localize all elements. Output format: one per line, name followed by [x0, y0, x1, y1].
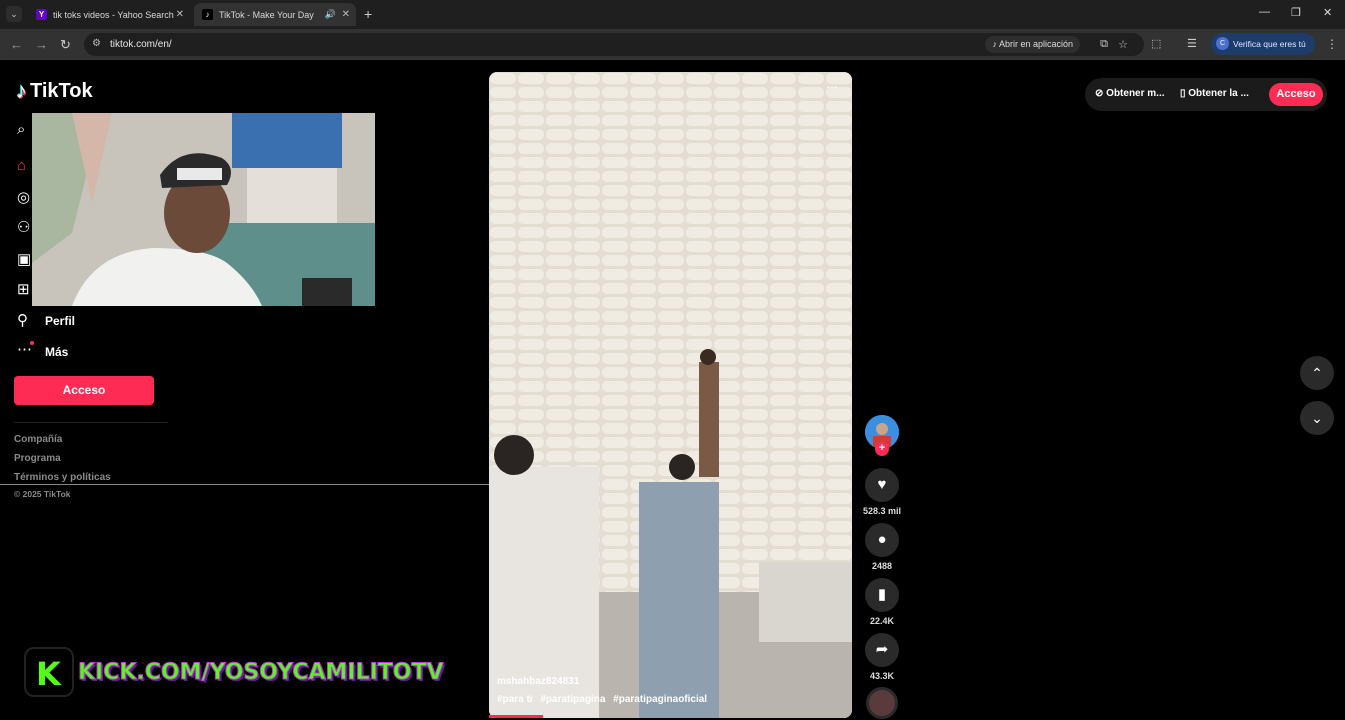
search-icon[interactable]: ⌕ — [17, 121, 25, 138]
home-icon[interactable]: ⌂ — [17, 157, 26, 174]
previous-video-button[interactable]: ⌃ — [1300, 356, 1334, 390]
webcam-image — [32, 113, 375, 306]
footer-link-terms[interactable]: Términos y políticas — [14, 472, 111, 483]
sidebar-item-more[interactable]: Más — [45, 345, 68, 359]
comment-button[interactable]: ● — [865, 523, 899, 557]
get-app-button[interactable]: ▯ Obtener la ... — [1180, 88, 1249, 99]
speaker-icon[interactable]: 🔊 — [325, 9, 336, 20]
close-tab-icon[interactable]: ✕ — [342, 9, 350, 20]
sidebar-divider — [14, 422, 168, 423]
like-count: 528.3 mil — [862, 506, 902, 516]
tiktok-logo[interactable]: ♪ TikTok — [16, 78, 93, 104]
save-count: 22.4K — [869, 616, 895, 626]
tiktok-favicon: ♪ — [202, 9, 213, 20]
copyright: © 2025 TikTok — [14, 489, 71, 499]
live-icon[interactable]: ▣ — [17, 250, 31, 268]
browser-tab-bar: ⌄ Y tik toks videos - Yahoo Search ✕ ♪ T… — [0, 0, 1345, 29]
footer-link-company[interactable]: Compañía — [14, 434, 62, 445]
chevron-up-icon: ⌃ — [1311, 365, 1323, 381]
chevron-down-icon: ⌄ — [1311, 410, 1323, 426]
extensions-icon[interactable]: ⬚ — [1151, 37, 1161, 50]
hashtag-link[interactable]: #para ti — [497, 694, 533, 705]
get-coins-button[interactable]: ⊘ Obtener m... — [1095, 88, 1165, 99]
comment-icon: ● — [877, 531, 887, 548]
video-username[interactable]: mshahbaz824831 — [497, 676, 579, 687]
profile-icon[interactable]: ⚲ — [17, 311, 28, 329]
get-app-label: Obtener la ... — [1188, 88, 1249, 99]
following-icon[interactable]: ⚇ — [17, 218, 30, 236]
minimize-icon[interactable]: — — [1259, 6, 1270, 18]
tiktok-note-icon: ♪ — [16, 78, 27, 103]
close-tab-icon[interactable]: ✕ — [176, 9, 184, 20]
site-info-icon[interactable]: ⚙ — [92, 38, 101, 49]
browser-menu-icon[interactable]: ⋮ — [1326, 37, 1338, 51]
profile-avatar: C — [1216, 37, 1229, 50]
upload-icon[interactable]: ⊞ — [17, 280, 30, 298]
kick-logo: K — [36, 655, 61, 693]
tab-yahoo-search[interactable]: Y tik toks videos - Yahoo Search ✕ — [28, 3, 190, 26]
forward-icon[interactable]: → — [35, 37, 48, 52]
address-bar[interactable]: ⚙ tiktok.com/en/ ♪ Abrir en aplicación ⧉… — [84, 33, 1144, 56]
open-in-app-button[interactable]: ♪ Abrir en aplicación — [985, 36, 1080, 53]
video-frame — [489, 72, 852, 718]
video-more-icon[interactable]: ⋯ — [826, 80, 838, 94]
reload-icon[interactable]: ↻ — [60, 37, 71, 53]
reading-list-icon[interactable]: ☰ — [1187, 37, 1197, 50]
new-tab-icon[interactable]: + — [364, 6, 372, 22]
sidebar-login-button[interactable]: Acceso — [14, 376, 154, 405]
hashtag-link[interactable]: #paratipaginaoficial — [613, 694, 707, 705]
tiktok-page: ♪ TikTok ⌕ ⌂ ◎ ⚇ ▣ ⊞ ⚲ Perfil ⋯ Más Acce… — [0, 60, 1345, 720]
like-button[interactable]: ♥ — [865, 468, 899, 502]
tab-title: TikTok - Make Your Day — [219, 9, 314, 20]
sidebar-item-profile[interactable]: Perfil — [45, 314, 75, 328]
yahoo-favicon: Y — [36, 9, 47, 20]
stream-overlay-line — [0, 484, 545, 485]
url-text[interactable]: tiktok.com/en/ — [110, 39, 172, 50]
share-button[interactable]: ➦ — [865, 633, 899, 667]
music-disc[interactable] — [866, 687, 898, 719]
tab-title: tik toks videos - Yahoo Search — [53, 9, 174, 20]
back-icon[interactable]: ← — [10, 37, 23, 52]
restore-icon[interactable]: ❐ — [1291, 6, 1301, 19]
video-progress-bar[interactable] — [489, 715, 543, 718]
top-login-button[interactable]: Acceso — [1269, 83, 1323, 106]
follow-button[interactable]: + — [875, 442, 889, 456]
browser-toolbar: ← → ↻ ⚙ tiktok.com/en/ ♪ Abrir en aplica… — [0, 29, 1345, 60]
explore-icon[interactable]: ◎ — [17, 188, 30, 206]
tab-search-button[interactable]: ⌄ — [6, 6, 22, 22]
brand-name: TikTok — [30, 79, 93, 102]
translate-icon[interactable]: ⧉ — [1100, 38, 1108, 51]
notification-dot — [30, 341, 34, 345]
bookmark-icon: ▮ — [877, 586, 887, 603]
share-count: 43.3K — [869, 671, 895, 681]
verify-label: Verifica que eres tú — [1233, 39, 1306, 49]
video-hashtags: #para ti #paratipagina #paratipaginaofic… — [497, 694, 712, 705]
bookmark-star-icon[interactable]: ☆ — [1118, 38, 1128, 51]
get-coins-label: Obtener m... — [1106, 88, 1165, 99]
kick-channel-banner: KICK.COM/YOSOYCAMILITOTV — [78, 660, 445, 686]
verify-identity-button[interactable]: C Verifica que eres tú — [1211, 33, 1315, 55]
webcam-overlay — [32, 113, 375, 306]
hashtag-link[interactable]: #paratipagina — [540, 694, 605, 705]
close-window-icon[interactable]: ✕ — [1323, 6, 1332, 19]
footer-link-program[interactable]: Programa — [14, 453, 61, 464]
comment-count: 2488 — [871, 561, 893, 571]
next-video-button[interactable]: ⌄ — [1300, 401, 1334, 435]
share-icon: ➦ — [875, 641, 889, 658]
heart-icon: ♥ — [877, 476, 887, 493]
open-in-app-label: Abrir en aplicación — [998, 39, 1073, 49]
save-button[interactable]: ▮ — [865, 578, 899, 612]
tab-tiktok[interactable]: ♪ TikTok - Make Your Day 🔊 ✕ — [194, 3, 356, 26]
video-player[interactable] — [489, 72, 852, 718]
